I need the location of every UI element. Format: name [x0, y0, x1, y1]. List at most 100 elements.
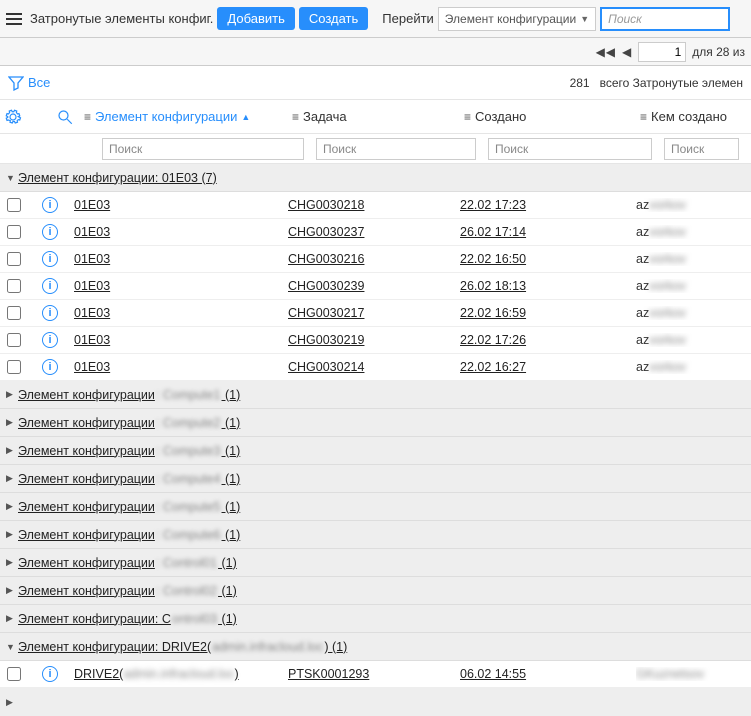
group-header[interactable]: ▶Элемент конфигурации: Compute4 (1) [0, 465, 751, 493]
pager-bar: ◀◀ ◀ для 28 из [0, 38, 751, 66]
cell-ci[interactable]: 01E03 [74, 225, 110, 239]
col-header-ci[interactable]: ≡ Элемент конфигурации ▲ [78, 109, 292, 124]
cell-ci[interactable]: 01E03 [74, 333, 110, 347]
summary-count: 281 [570, 76, 590, 90]
row-checkbox[interactable] [7, 667, 21, 681]
info-icon[interactable]: i [42, 197, 58, 213]
filter-ci-input[interactable] [102, 138, 304, 160]
add-button[interactable]: Добавить [217, 7, 294, 30]
cell-created[interactable]: 26.02 18:13 [460, 279, 526, 293]
cell-task[interactable]: CHG0030214 [288, 360, 364, 374]
chevron-right-icon: ▶ [6, 417, 18, 428]
cell-task[interactable]: CHG0030218 [288, 198, 364, 212]
filter-all-button[interactable]: Все [8, 75, 50, 91]
group-header[interactable]: ▶Элемент конфигурации: Compute1 (1) [0, 381, 751, 409]
filter-task-input[interactable] [316, 138, 476, 160]
cell-task[interactable]: CHG0030216 [288, 252, 364, 266]
cell-created[interactable]: 26.02 17:14 [460, 225, 526, 239]
gear-icon[interactable] [4, 108, 22, 126]
chevron-down-icon: ▼ [6, 173, 18, 183]
group-header[interactable]: ▶Элемент конфигурации: Compute5 (1) [0, 493, 751, 521]
cell-created[interactable]: 22.02 16:27 [460, 360, 526, 374]
group-label: Элемент конфигурации: 01E03 (7) [18, 171, 217, 185]
cell-ci[interactable]: 01E03 [74, 360, 110, 374]
chevron-right-icon: ▶ [6, 557, 18, 568]
info-icon[interactable]: i [42, 251, 58, 267]
cell-created[interactable]: 22.02 16:59 [460, 306, 526, 320]
chevron-right-icon: ▶ [6, 389, 18, 400]
group-label: Элемент конфигурации: Compute3 (1) [18, 444, 240, 458]
table-row: i01E03CHG003023726.02 17:14azvorkov [0, 219, 751, 246]
cell-task[interactable]: CHG0030217 [288, 306, 364, 320]
goto-search-input[interactable] [600, 7, 730, 31]
cell-ci[interactable]: DRIVE2( admin.infracloud.loc) [74, 667, 239, 681]
group-label: Элемент конфигурации: Control01 (1) [18, 556, 237, 570]
cell-task[interactable]: CHG0030237 [288, 225, 364, 239]
filter-created-input[interactable] [488, 138, 652, 160]
cell-ci[interactable]: 01E03 [74, 198, 110, 212]
cell-by: azvorkov [636, 360, 751, 374]
menu-icon[interactable] [4, 8, 26, 30]
pager-page-input[interactable] [638, 42, 686, 62]
row-checkbox[interactable] [7, 279, 21, 293]
group-header[interactable]: ▶Элемент конфигурации: Compute2 (1) [0, 409, 751, 437]
group-header-partial[interactable]: ▶ [0, 688, 751, 716]
cell-ci[interactable]: 01E03 [74, 279, 110, 293]
info-icon[interactable]: i [42, 278, 58, 294]
chevron-right-icon: ▶ [6, 613, 18, 624]
pager-first-icon[interactable]: ◀◀ [596, 45, 616, 59]
group-header[interactable]: ▶Элемент конфигурации: Control01 (1) [0, 549, 751, 577]
col-header-created-label: Создано [475, 109, 526, 124]
pager-prev-icon[interactable]: ◀ [622, 45, 632, 59]
row-checkbox[interactable] [7, 198, 21, 212]
group-header[interactable]: ▶Элемент конфигурации: Compute6 (1) [0, 521, 751, 549]
col-header-task-label: Задача [303, 109, 347, 124]
chevron-right-icon: ▶ [6, 697, 18, 708]
info-icon[interactable]: i [42, 224, 58, 240]
info-icon[interactable]: i [42, 666, 58, 682]
col-header-created[interactable]: ≡ Создано [464, 109, 640, 124]
col-header-by[interactable]: ≡ Кем создано [640, 109, 751, 124]
info-icon[interactable]: i [42, 332, 58, 348]
cell-task[interactable]: CHG0030219 [288, 333, 364, 347]
cell-created[interactable]: 06.02 14:55 [460, 667, 526, 681]
col-header-task[interactable]: ≡ Задача [292, 109, 464, 124]
cell-created[interactable]: 22.02 16:50 [460, 252, 526, 266]
col-header-by-label: Кем создано [651, 109, 727, 124]
table-body: i 01E03 CHG0030218 22.02 17:23 azvorkov i 01E0… [0, 192, 751, 381]
chevron-right-icon: ▶ [6, 501, 18, 512]
cell-by: azvorkov [636, 306, 751, 320]
collapsed-groups: ▶Элемент конфигурации: Compute1 (1)▶Элем… [0, 381, 751, 633]
table-header: ≡ Элемент конфигурации ▲ ≡ Задача ≡ Созд… [0, 100, 751, 134]
row-checkbox[interactable] [7, 333, 21, 347]
list-icon: ≡ [84, 110, 91, 124]
info-icon[interactable]: i [42, 359, 58, 375]
cell-created[interactable]: 22.02 17:23 [460, 198, 526, 212]
info-icon[interactable]: i [42, 305, 58, 321]
group-header[interactable]: ▼ Элемент конфигурации: DRIVE2( admin.in… [0, 633, 751, 661]
row-checkbox[interactable] [7, 252, 21, 266]
create-button[interactable]: Создать [299, 7, 368, 30]
cell-task[interactable]: PTSK0001293 [288, 667, 369, 681]
cell-ci[interactable]: 01E03 [74, 252, 110, 266]
goto-select[interactable]: Элемент конфигурации ▼ [438, 7, 596, 31]
filter-by-input[interactable] [664, 138, 739, 160]
chevron-right-icon: ▶ [6, 585, 18, 596]
row-checkbox[interactable] [7, 306, 21, 320]
group-label: Элемент конфигурации: Compute1 (1) [18, 388, 240, 402]
top-bar: Затронутые элементы конфиг. Добавить Соз… [0, 0, 751, 38]
row-checkbox[interactable] [7, 360, 21, 374]
cell-ci[interactable]: 01E03 [74, 306, 110, 320]
search-icon[interactable] [56, 108, 74, 126]
group-header[interactable]: ▶Элемент конфигурации: Compute3 (1) [0, 437, 751, 465]
cell-created[interactable]: 22.02 17:26 [460, 333, 526, 347]
group-header[interactable]: ▶Элемент конфигурации: Control02 (1) [0, 577, 751, 605]
cell-by: azvorkov [636, 198, 751, 212]
row-checkbox[interactable] [7, 225, 21, 239]
group-header[interactable]: ▼ Элемент конфигурации: 01E03 (7) [0, 164, 751, 192]
toolbar: Все 281 всего Затронутые элемен [0, 66, 751, 100]
chevron-right-icon: ▶ [6, 529, 18, 540]
cell-by: azvorkov [636, 252, 751, 266]
group-header[interactable]: ▶Элемент конфигурации: Control03 (1) [0, 605, 751, 633]
cell-task[interactable]: CHG0030239 [288, 279, 364, 293]
